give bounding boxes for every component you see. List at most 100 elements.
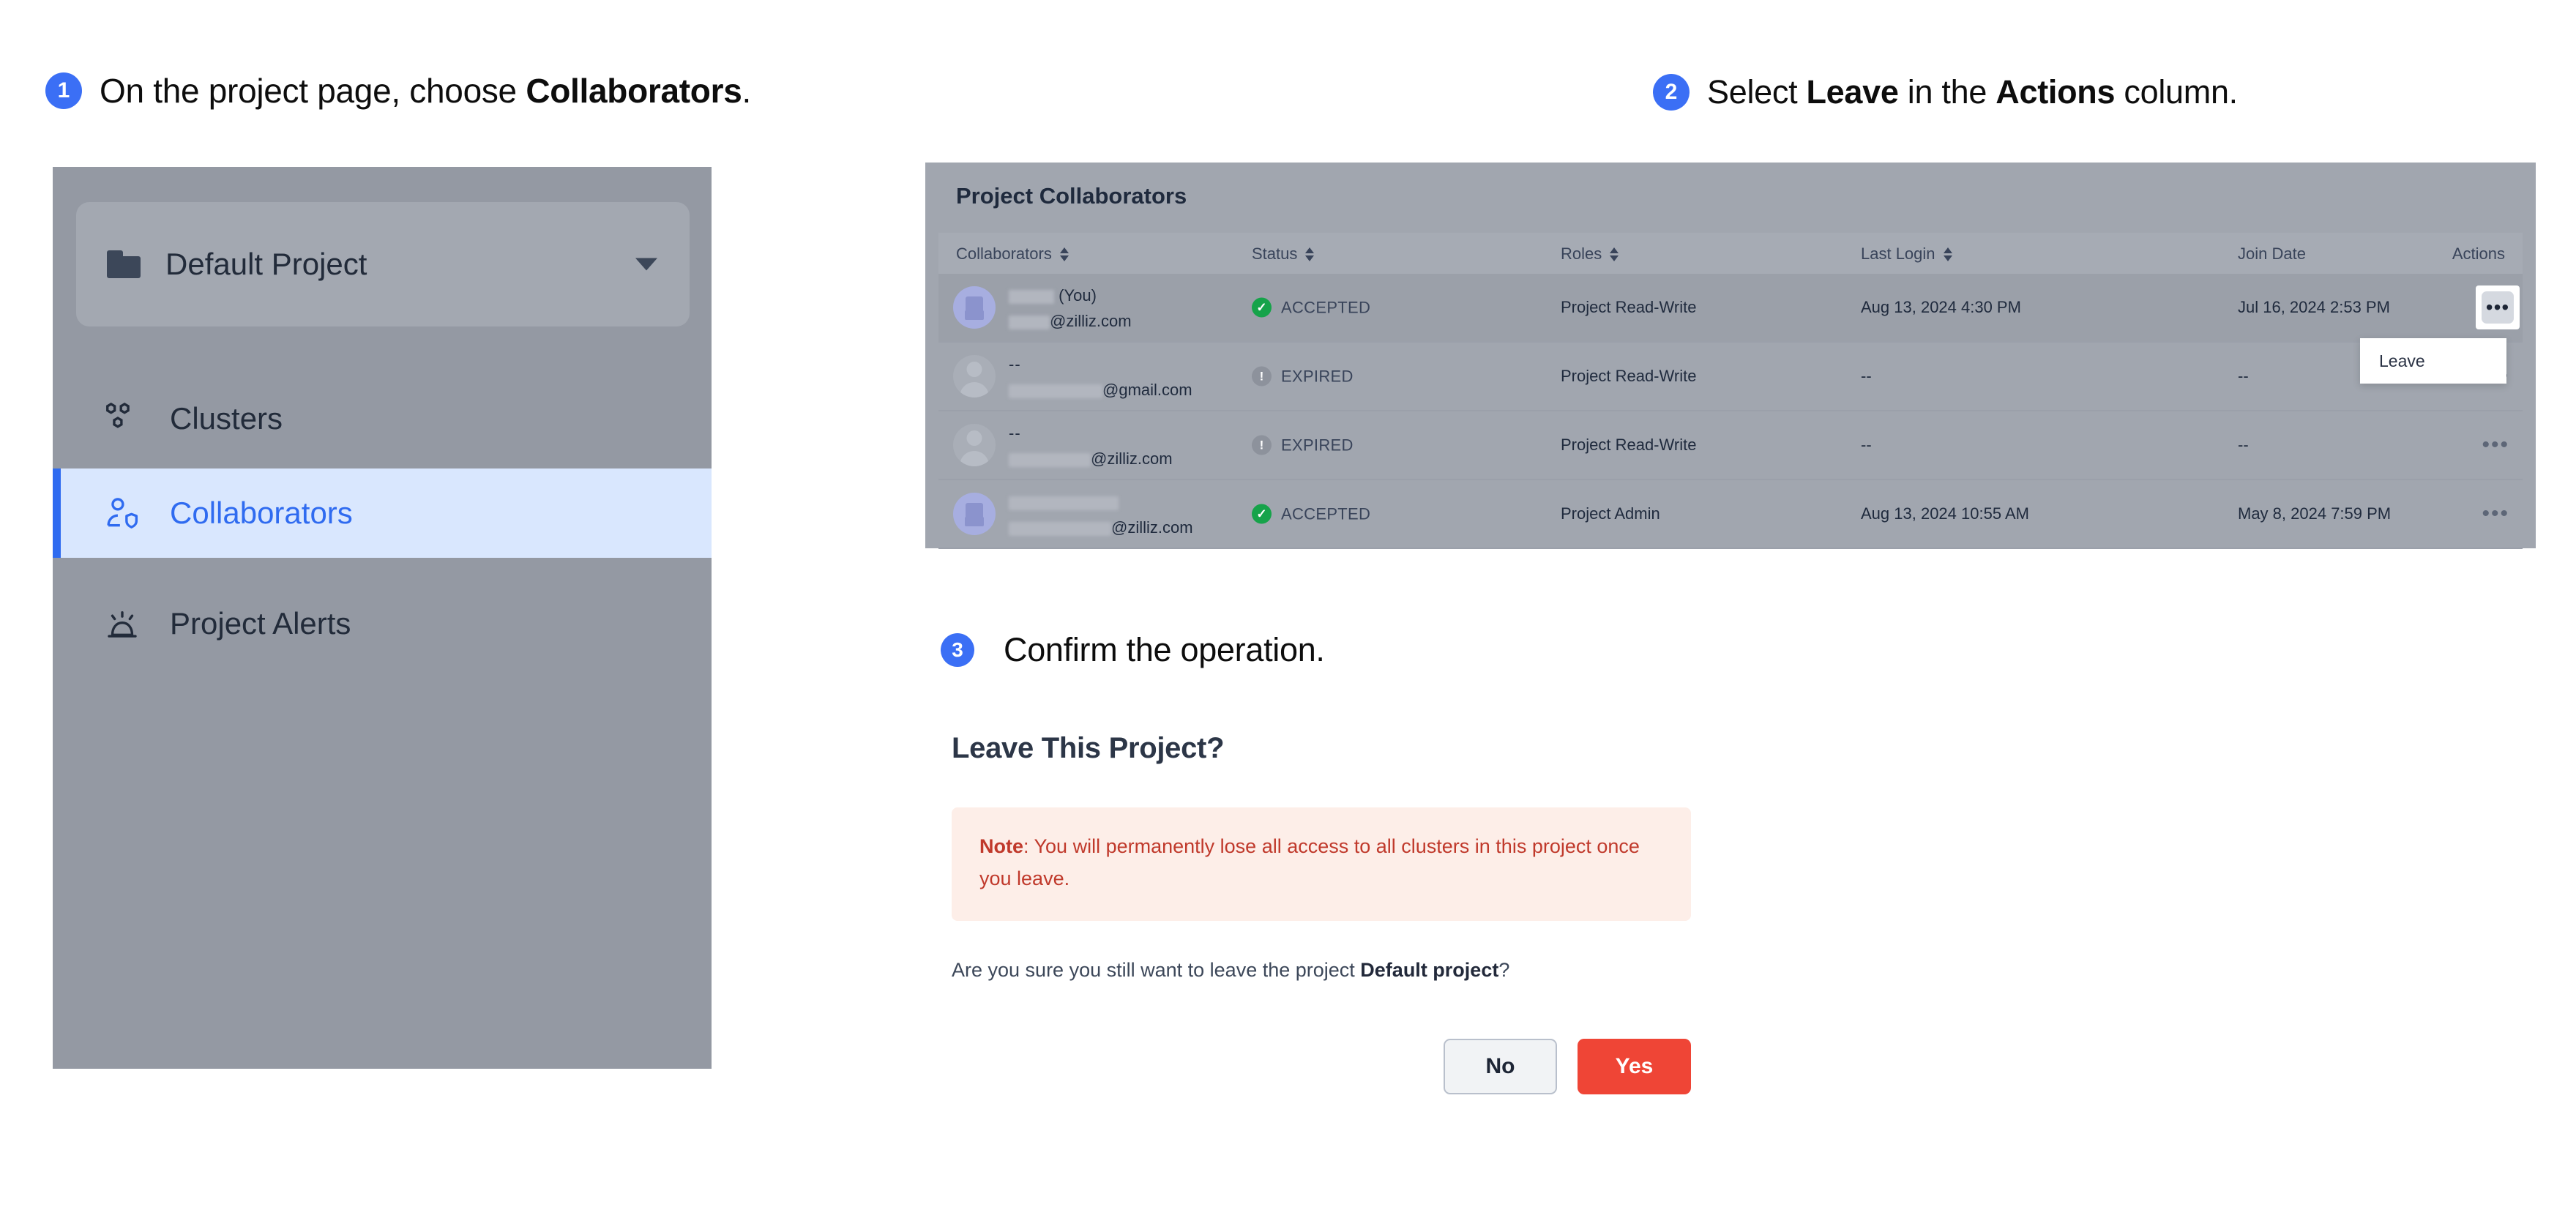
redacted-email [1009, 521, 1111, 536]
dialog-button-row: No Yes [952, 1039, 1691, 1095]
step-2-mid: in the [1898, 73, 1996, 111]
project-sidebar-screenshot: Default Project Clusters Collaborators P… [53, 167, 712, 1069]
collaborator-email-domain: @zilliz.com [1050, 312, 1132, 330]
sort-icon[interactable] [1610, 247, 1619, 261]
confirm-suffix: ? [1498, 959, 1510, 982]
step-2-suffix: column. [2115, 73, 2238, 111]
step-3-text: Confirm the operation. [1004, 631, 1325, 668]
row-actions-button[interactable]: ••• [2482, 434, 2509, 456]
column-header-last-login-label: Last Login [1861, 244, 1935, 263]
warning-note-text: Note: You will permanently lose all acce… [979, 831, 1663, 895]
collaborator-email-domain: @gmail.com [1102, 381, 1192, 399]
redacted-name [1009, 496, 1119, 510]
collaborator-join-date: Jul 16, 2024 2:53 PM [2238, 298, 2390, 316]
sort-icon[interactable] [1059, 247, 1069, 261]
more-options-icon: ••• [2482, 291, 2514, 324]
confirm-prefix: Are you sure you still want to leave the… [952, 959, 1361, 982]
step-1-heading: 1 On the project page, choose Collaborat… [45, 71, 751, 111]
column-header-join-date-label: Join Date [2238, 244, 2306, 263]
step-3-badge: 3 [941, 633, 974, 667]
note-label: Note [979, 835, 1023, 857]
step-2-badge: 2 [1653, 74, 1690, 111]
dropdown-item-leave[interactable]: Leave [2379, 351, 2425, 371]
sidebar-item-project-alerts-label: Project Alerts [170, 606, 351, 641]
leave-dropdown-menu[interactable]: Leave [2360, 338, 2506, 384]
table-row[interactable]: -- @gmail.com ! EXPIRED Project Read-Wri… [938, 343, 2523, 411]
redacted-email [1009, 452, 1091, 467]
avatar [953, 355, 996, 397]
folder-icon [107, 250, 141, 278]
redacted-name [1009, 289, 1054, 304]
check-circle-icon: ✓ [1252, 297, 1272, 318]
step-1-strong: Collaborators [526, 72, 742, 110]
collaborator-email: @zilliz.com [1009, 449, 1173, 468]
note-body: : You will permanently lose all access t… [979, 835, 1640, 889]
collaborator-join-date: -- [2238, 367, 2249, 385]
confirm-question: Are you sure you still want to leave the… [952, 959, 1691, 982]
confirm-project-name: Default project [1360, 959, 1499, 982]
leave-project-dialog: Leave This Project? Note: You will perma… [952, 732, 1691, 1095]
redacted-email [1009, 384, 1102, 398]
dialog-title: Leave This Project? [952, 732, 1225, 764]
collaborator-email-domain: @zilliz.com [1091, 449, 1173, 468]
collaborator-role: Project Read-Write [1561, 367, 1697, 385]
warning-note-box: Note: You will permanently lose all acce… [952, 807, 1691, 922]
redacted-email [1009, 315, 1050, 329]
column-header-roles-label: Roles [1561, 244, 1602, 263]
project-selector[interactable]: Default Project [76, 202, 690, 326]
column-header-collaborators[interactable]: Collaborators [956, 244, 1069, 264]
column-header-roles[interactable]: Roles [1561, 244, 1619, 264]
collaborator-email: @gmail.com [1009, 381, 1192, 400]
step-2-heading: 2 Select Leave in the Actions column. [1653, 73, 2238, 111]
yes-button[interactable]: Yes [1578, 1039, 1691, 1095]
collaborator-join-date: May 8, 2024 7:59 PM [2238, 504, 2392, 523]
exclamation-circle-icon: ! [1252, 435, 1272, 455]
step-1-badge: 1 [45, 72, 82, 109]
column-header-status-label: Status [1252, 244, 1298, 263]
sidebar-item-project-alerts[interactable]: Project Alerts [53, 584, 712, 663]
status-label: ACCEPTED [1281, 504, 1371, 523]
more-options-icon: ••• [2482, 501, 2509, 526]
collaborator-email: @zilliz.com [1009, 312, 1132, 331]
clusters-icon [106, 403, 130, 428]
step-2-prefix: Select [1707, 73, 1807, 111]
sidebar-item-collaborators-label: Collaborators [170, 496, 353, 530]
sidebar-item-clusters[interactable]: Clusters [53, 379, 712, 458]
exclamation-circle-icon: ! [1252, 366, 1272, 387]
collaborator-role: Project Read-Write [1561, 298, 1697, 316]
collaborator-role: Project Read-Write [1561, 436, 1697, 454]
collaborator-name: (You) [1009, 286, 1097, 305]
status-badge: ! EXPIRED [1252, 435, 1354, 455]
sort-icon[interactable] [1943, 247, 1952, 261]
collaborator-join-date: -- [2238, 436, 2249, 454]
collaborator-name: -- [1009, 355, 1021, 373]
chevron-down-icon[interactable] [635, 258, 657, 271]
collaborator-last-login: Aug 13, 2024 10:55 AM [1861, 504, 2029, 523]
collaborator-role: Project Admin [1561, 504, 1660, 523]
project-selector-label: Default Project [165, 247, 367, 281]
row-actions-button[interactable]: ••• [2476, 285, 2520, 329]
row-actions-button[interactable]: ••• [2482, 503, 2509, 525]
step-1-text: On the project page, choose Collaborator… [100, 71, 751, 111]
sidebar-item-collaborators[interactable]: Collaborators [53, 468, 712, 558]
collaborator-name [1009, 493, 1119, 512]
collaborators-icon [107, 498, 138, 529]
table-row[interactable]: -- @zilliz.com ! EXPIRED Project Read-Wr… [938, 411, 2523, 480]
tutorial-page: 1 On the project page, choose Collaborat… [0, 0, 2576, 1232]
table-row[interactable]: (You) @zilliz.com ✓ ACCEPTED Project Rea… [938, 274, 2523, 343]
status-label: ACCEPTED [1281, 298, 1371, 316]
step-2-strong: Leave [1806, 73, 1899, 111]
column-header-last-login[interactable]: Last Login [1861, 244, 1952, 264]
collaborators-table-screenshot: Project Collaborators Collaborators Stat… [925, 163, 2536, 549]
sort-icon[interactable] [1305, 247, 1315, 261]
collaborator-last-login: Aug 13, 2024 4:30 PM [1861, 298, 2021, 316]
more-options-icon: ••• [2482, 433, 2509, 457]
table-title: Project Collaborators [956, 183, 1187, 209]
column-header-status[interactable]: Status [1252, 244, 1315, 264]
sidebar-item-clusters-label: Clusters [170, 401, 283, 436]
no-button[interactable]: No [1444, 1039, 1557, 1095]
column-header-actions: Actions [2452, 244, 2505, 264]
column-header-actions-label: Actions [2452, 244, 2505, 263]
table-row[interactable]: @zilliz.com ✓ ACCEPTED Project Admin Aug… [938, 480, 2523, 549]
collaborator-you-tag: (You) [1059, 286, 1097, 305]
